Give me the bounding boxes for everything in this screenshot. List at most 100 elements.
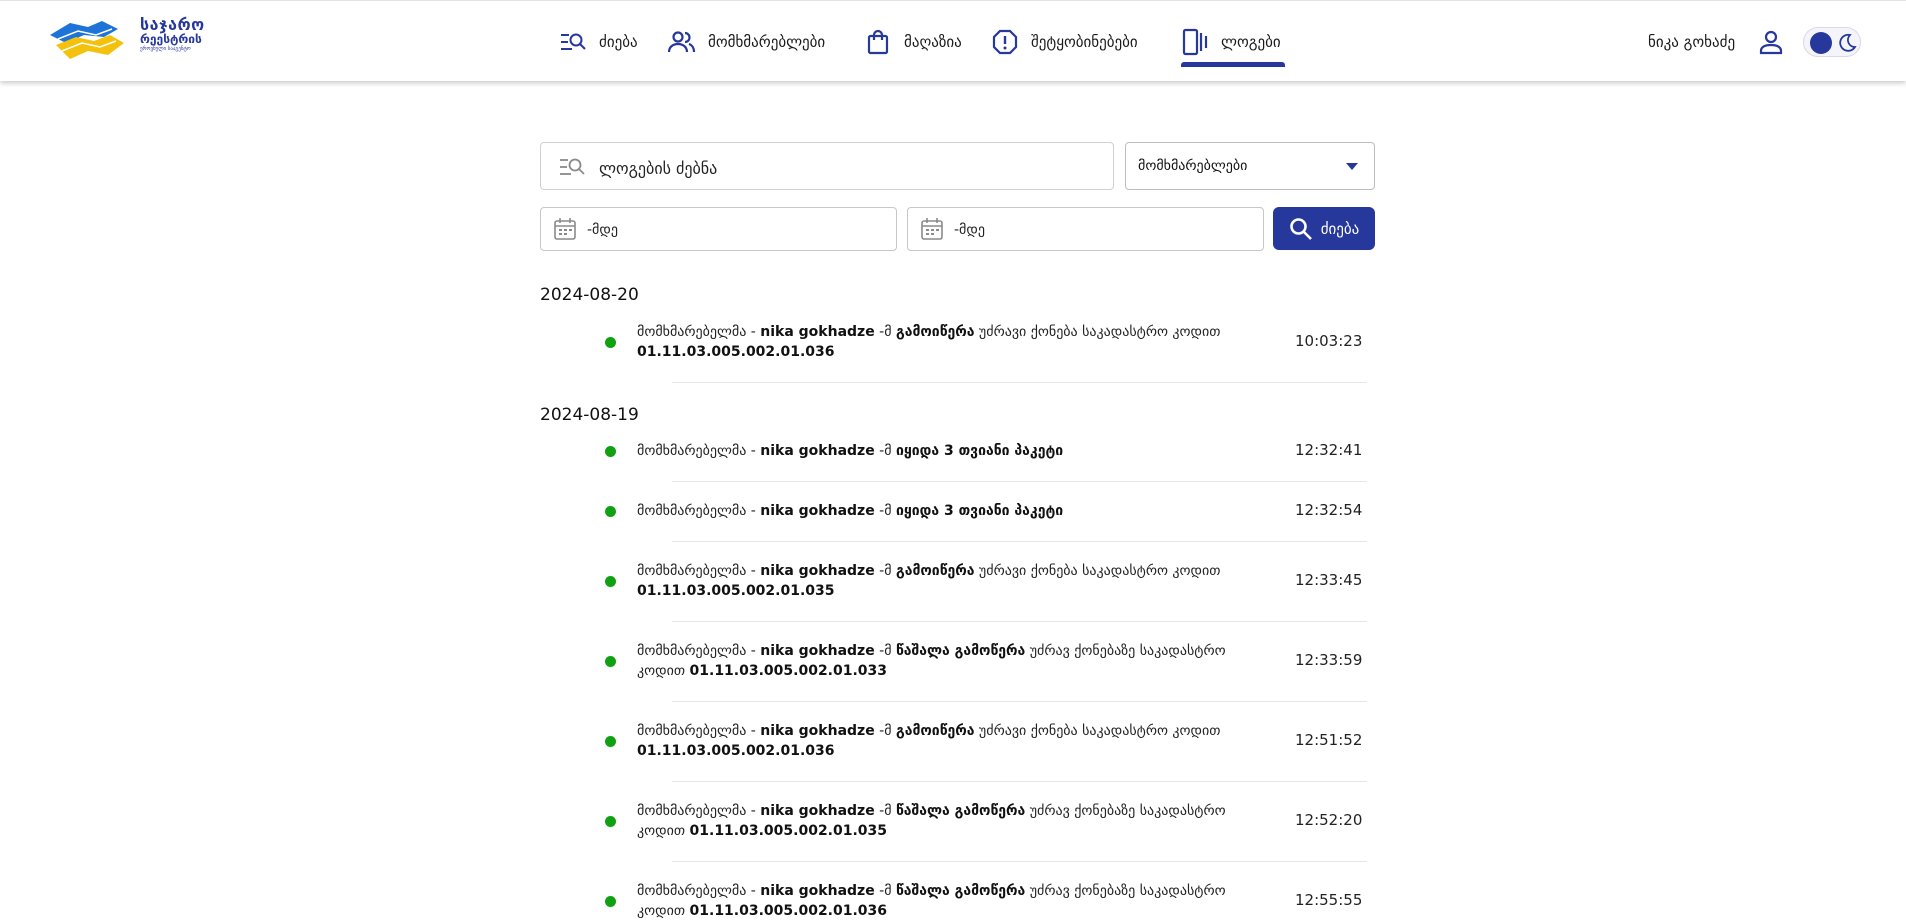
search-button[interactable]: ძიება <box>1273 207 1375 250</box>
log-entry-text: მომხმარებელმა - nika gokhadze -მ წაშალა … <box>637 881 1267 921</box>
date-from-input[interactable] <box>585 217 879 243</box>
log-entry-fragment: -მ <box>874 803 896 819</box>
log-entry-highlight: nika gokhadze <box>760 723 875 739</box>
log-entry-highlight: წაშალა გამოწერა <box>895 643 1026 659</box>
user-type-select-value: მომხმარებლები <box>1138 158 1248 174</box>
log-entry-time: 10:03:23 <box>1295 332 1363 350</box>
log-separator <box>672 701 1367 702</box>
search-list-icon <box>559 28 587 56</box>
log-entry-highlight: nika gokhadze <box>760 563 875 579</box>
log-entry-highlight: წაშალა გამოწერა <box>895 883 1026 899</box>
log-entry-fragment: -მ <box>874 723 896 739</box>
log-entry-highlight: გამოიწერა <box>895 723 975 739</box>
shopping-bag-icon <box>864 28 892 56</box>
log-entry-highlight: nika gokhadze <box>760 503 875 519</box>
date-to-input[interactable] <box>952 217 1246 243</box>
log-entry-highlight: 01.11.03.005.002.01.033 <box>689 663 888 679</box>
log-separator <box>672 382 1367 383</box>
user-type-select[interactable]: მომხმარებლები <box>1125 142 1375 190</box>
log-separator <box>672 861 1367 862</box>
log-entry-highlight: nika gokhadze <box>760 443 875 459</box>
log-entry-text: მომხმარებელმა - nika gokhadze -მ იყიდა 3… <box>637 501 1267 521</box>
date-from-field[interactable] <box>540 207 897 251</box>
status-dot <box>605 736 616 747</box>
log-entry-highlight: იყიდა 3 თვიანი პაკეტი <box>895 503 1064 519</box>
alert-icon <box>991 28 1019 56</box>
nav-label-logs: ლოგები <box>1221 33 1281 51</box>
nav-item-shop[interactable]: მაღაზია <box>864 27 962 57</box>
log-entry-fragment: -მ <box>874 883 896 899</box>
nav-label-notifications: შეტყობინებები <box>1031 33 1138 51</box>
log-entry-fragment: -მ <box>874 324 896 340</box>
nav-item-users[interactable]: მომხმარებლები <box>668 27 825 57</box>
log-entry-fragment: მომხმარებელმა - <box>637 443 761 459</box>
log-entry-text: მომხმარებელმა - nika gokhadze -მ წაშალა … <box>637 641 1267 681</box>
logs-search-input[interactable] <box>597 153 1091 183</box>
status-dot <box>605 446 616 457</box>
log-entry-highlight: nika gokhadze <box>760 643 875 659</box>
log-entry-fragment: მომხმარებელმა - <box>637 723 761 739</box>
log-entry-fragment: -მ <box>874 563 896 579</box>
nav-item-search[interactable]: ძიება <box>559 27 638 57</box>
log-entry-highlight: 01.11.03.005.002.01.035 <box>689 823 888 839</box>
log-entry-fragment: უძრავი ქონება საკადასტრო კოდით <box>974 723 1221 739</box>
top-navigation-bar: საჯარო რეესტრის ეროვნული სააგენტო ძიება … <box>0 0 1906 81</box>
log-entry-highlight: 01.11.03.005.002.01.036 <box>689 903 888 919</box>
log-entry-fragment: მომხმარებელმა - <box>637 324 761 340</box>
date-to-field[interactable] <box>907 207 1264 251</box>
logo-line1: საჯარო <box>140 15 205 34</box>
log-entry-highlight: წაშალა გამოწერა <box>895 803 1026 819</box>
log-entry-highlight: nika gokhadze <box>760 324 875 340</box>
search-icon <box>1289 217 1312 240</box>
log-entry-time: 12:32:54 <box>1295 501 1363 519</box>
log-entry-text: მომხმარებელმა - nika gokhadze -მ იყიდა 3… <box>637 441 1267 461</box>
log-entry-fragment: -მ <box>874 643 896 659</box>
search-list-icon <box>560 158 585 175</box>
theme-toggle[interactable] <box>1803 27 1861 57</box>
logs-icon <box>1181 28 1209 56</box>
nav-label-search: ძიება <box>599 33 638 51</box>
log-entry-highlight: 01.11.03.005.002.01.036 <box>637 344 835 360</box>
log-entry-highlight: nika gokhadze <box>760 803 875 819</box>
log-separator <box>672 481 1367 482</box>
user-icon[interactable] <box>1758 29 1784 55</box>
toggle-knob <box>1810 32 1832 54</box>
log-date-heading: 2024-08-20 <box>540 285 639 305</box>
nav-label-shop: მაღაზია <box>904 33 962 51</box>
log-entry-fragment: მომხმარებელმა - <box>637 883 761 899</box>
log-entry-fragment: უძრავი ქონება საკადასტრო კოდით <box>974 563 1221 579</box>
caret-down-icon <box>1346 163 1358 170</box>
status-dot <box>605 337 616 348</box>
active-tab-indicator <box>1181 62 1285 67</box>
log-entry-text: მომხმარებელმა - nika gokhadze -მ გამოიწე… <box>637 721 1267 761</box>
log-entry-fragment: უძრავი ქონება საკადასტრო კოდით <box>974 324 1221 340</box>
log-entry-highlight: იყიდა 3 თვიანი პაკეტი <box>895 443 1064 459</box>
log-separator <box>672 621 1367 622</box>
user-name[interactable]: ნიკა გოხაძე <box>1648 33 1735 51</box>
log-entry-highlight: 01.11.03.005.002.01.036 <box>637 743 835 759</box>
log-entry-fragment: მომხმარებელმა - <box>637 803 761 819</box>
log-entry-time: 12:32:41 <box>1295 441 1363 459</box>
status-dot <box>605 576 616 587</box>
log-entry-fragment: მომხმარებელმა - <box>637 563 761 579</box>
status-dot <box>605 506 616 517</box>
log-separator <box>672 541 1367 542</box>
log-entry-highlight: გამოიწერა <box>895 563 975 579</box>
log-separator <box>672 781 1367 782</box>
calendar-icon <box>921 218 943 240</box>
logo[interactable]: საჯარო რეესტრის ეროვნული სააგენტო <box>48 15 218 65</box>
logo-line2: რეესტრის <box>140 32 202 46</box>
log-entry-fragment: მომხმარებელმა - <box>637 503 761 519</box>
log-entry-time: 12:33:59 <box>1295 651 1363 669</box>
log-entry-fragment: -მ <box>874 443 896 459</box>
nav-item-logs[interactable]: ლოგები <box>1181 27 1281 57</box>
calendar-icon <box>554 218 576 240</box>
nav-item-notifications[interactable]: შეტყობინებები <box>991 27 1138 57</box>
users-icon <box>668 28 696 56</box>
logs-search-field[interactable] <box>540 142 1114 190</box>
nav-label-users: მომხმარებლები <box>708 33 826 51</box>
status-dot <box>605 816 616 827</box>
logo-line3: ეროვნული სააგენტო <box>140 46 191 52</box>
log-entry-time: 12:33:45 <box>1295 571 1363 589</box>
logo-text: საჯარო რეესტრის ეროვნული სააგენტო <box>140 15 205 53</box>
